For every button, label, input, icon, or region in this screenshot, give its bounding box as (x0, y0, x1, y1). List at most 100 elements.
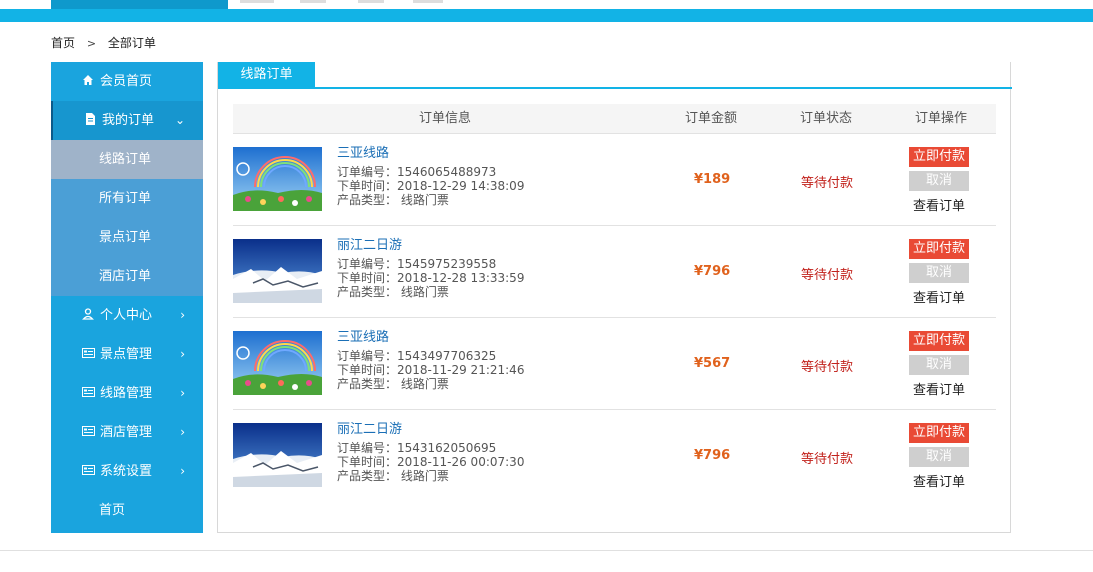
sidebar-item-label: 线路管理 (100, 386, 153, 401)
top-nav-strip (0, 0, 1093, 9)
pay-now-button[interactable]: 立即付款 (909, 423, 969, 443)
chevron-right-icon: › (180, 386, 185, 400)
breadcrumb: 首页 > 全部订单 (51, 34, 156, 51)
chevron-down-icon: ⌄ (174, 113, 185, 127)
order-status: 等待付款 (801, 176, 854, 191)
order-status: 等待付款 (801, 452, 854, 467)
home-icon (81, 62, 95, 101)
view-order-link[interactable]: 查看订单 (909, 287, 969, 306)
top-nav-link[interactable] (413, 0, 443, 3)
product-thumbnail[interactable] (233, 423, 322, 487)
user-icon (81, 296, 95, 335)
column-header-actions: 订单操作 (915, 111, 968, 126)
sidebar-item-route-management[interactable]: 线路管理 › (51, 374, 203, 413)
sidebar-item-system-settings[interactable]: 系统设置 › (51, 452, 203, 491)
table-row: 三亚线路 订单编号：1546065488973 下单时间：2018-12-29 … (233, 134, 996, 226)
order-actions: 立即付款 取消 查看订单 (909, 239, 969, 306)
product-name-link[interactable]: 三亚线路 (337, 147, 524, 161)
view-order-link[interactable]: 查看订单 (909, 379, 969, 398)
order-amount: ¥796 (694, 448, 731, 463)
top-nav-link[interactable] (300, 0, 326, 3)
order-panel: 线路订单 订单信息 订单金额 订单状态 订单操作 三亚线路 订单编号：15460… (217, 62, 1012, 533)
sidebar-item-hotel-orders[interactable]: 酒店订单 (51, 257, 203, 296)
product-type: 产品类型： 线路门票 (337, 377, 449, 391)
tab-bar: 线路订单 (218, 62, 1012, 89)
sidebar-item-personal-center[interactable]: 个人中心 › (51, 296, 203, 335)
product-name-link[interactable]: 三亚线路 (337, 331, 524, 345)
breadcrumb-separator: > (86, 37, 97, 50)
pay-now-button[interactable]: 立即付款 (909, 239, 969, 259)
product-thumbnail[interactable] (233, 147, 322, 211)
order-actions: 立即付款 取消 查看订单 (909, 423, 969, 490)
breadcrumb-home[interactable]: 首页 (51, 36, 75, 50)
sidebar-item-label: 所有订单 (99, 191, 152, 206)
sidebar-item-label: 系统设置 (100, 464, 153, 479)
tab-route-orders[interactable]: 线路订单 (218, 62, 315, 87)
order-actions: 立即付款 取消 查看订单 (909, 331, 969, 398)
order-time: 下单时间：2018-12-28 13:33:59 (337, 271, 525, 285)
sidebar-item-label: 会员首页 (100, 74, 153, 89)
table-row: 三亚线路 订单编号：1543497706325 下单时间：2018-11-29 … (233, 318, 996, 410)
column-header-order-info: 订单信息 (419, 111, 472, 126)
top-nav-bar (0, 0, 1093, 22)
pay-now-button[interactable]: 立即付款 (909, 331, 969, 351)
product-type: 产品类型： 线路门票 (337, 469, 449, 483)
order-amount: ¥189 (694, 172, 731, 187)
order-info: 丽江二日游 订单编号：1543162050695 下单时间：2018-11-26… (337, 423, 525, 484)
sidebar: 会员首页 我的订单 ⌄ 线路订单 所有订单 景点订单 酒店订单 个人中心 › 景… (51, 62, 203, 533)
cancel-button[interactable]: 取消 (909, 355, 969, 375)
order-amount: ¥796 (694, 264, 731, 279)
chevron-right-icon: › (180, 425, 185, 439)
column-header-amount: 订单金额 (685, 111, 738, 126)
table-row: 丽江二日游 订单编号：1545975239558 下单时间：2018-12-28… (233, 226, 996, 318)
column-header-status: 订单状态 (800, 111, 853, 126)
card-icon (81, 374, 95, 413)
card-icon (81, 335, 95, 374)
document-icon (83, 101, 97, 140)
sidebar-item-member-home[interactable]: 会员首页 (51, 62, 203, 101)
sidebar-item-label: 酒店订单 (99, 269, 152, 284)
sidebar-item-all-orders[interactable]: 所有订单 (51, 179, 203, 218)
order-number: 订单编号：1543162050695 (337, 441, 497, 455)
sidebar-item-label: 景点管理 (100, 347, 153, 362)
order-number: 订单编号：1543497706325 (337, 349, 497, 363)
card-icon (81, 413, 95, 452)
order-info: 三亚线路 订单编号：1543497706325 下单时间：2018-11-29 … (337, 331, 524, 392)
sidebar-item-my-orders[interactable]: 我的订单 ⌄ (51, 101, 203, 140)
sidebar-item-label: 个人中心 (100, 308, 153, 323)
footer-divider (0, 550, 1093, 551)
sidebar-item-home[interactable]: 首页 (51, 491, 203, 530)
cancel-button[interactable]: 取消 (909, 447, 969, 467)
order-status: 等待付款 (801, 360, 854, 375)
product-name-link[interactable]: 丽江二日游 (337, 423, 524, 437)
sidebar-item-hotel-management[interactable]: 酒店管理 › (51, 413, 203, 452)
product-thumbnail[interactable] (233, 239, 322, 303)
order-amount: ¥567 (694, 356, 731, 371)
sidebar-item-label: 线路订单 (99, 152, 152, 167)
product-name-link[interactable]: 丽江二日游 (337, 239, 524, 253)
breadcrumb-current: 全部订单 (107, 36, 156, 50)
top-nav-link[interactable] (240, 0, 274, 3)
view-order-link[interactable]: 查看订单 (909, 471, 969, 490)
cancel-button[interactable]: 取消 (909, 263, 969, 283)
chevron-right-icon: › (180, 347, 185, 361)
chevron-right-icon: › (180, 464, 185, 478)
product-type: 产品类型： 线路门票 (337, 193, 449, 207)
sidebar-item-route-orders[interactable]: 线路订单 (51, 140, 203, 179)
card-icon (81, 452, 95, 491)
order-actions: 立即付款 取消 查看订单 (909, 147, 969, 214)
sidebar-item-label: 我的订单 (102, 113, 155, 128)
order-number: 订单编号：1546065488973 (337, 165, 497, 179)
cancel-button[interactable]: 取消 (909, 171, 969, 191)
order-table: 订单信息 订单金额 订单状态 订单操作 三亚线路 订单编号：1546065488… (233, 104, 996, 501)
order-time: 下单时间：2018-11-26 00:07:30 (337, 455, 525, 469)
sidebar-item-label: 酒店管理 (100, 425, 153, 440)
sidebar-item-scenic-management[interactable]: 景点管理 › (51, 335, 203, 374)
view-order-link[interactable]: 查看订单 (909, 195, 969, 214)
sidebar-item-scenic-orders[interactable]: 景点订单 (51, 218, 203, 257)
top-nav-link[interactable] (358, 0, 384, 3)
top-nav-active-tab[interactable] (51, 0, 228, 9)
product-thumbnail[interactable] (233, 331, 322, 395)
pay-now-button[interactable]: 立即付款 (909, 147, 969, 167)
order-info: 三亚线路 订单编号：1546065488973 下单时间：2018-12-29 … (337, 147, 524, 208)
